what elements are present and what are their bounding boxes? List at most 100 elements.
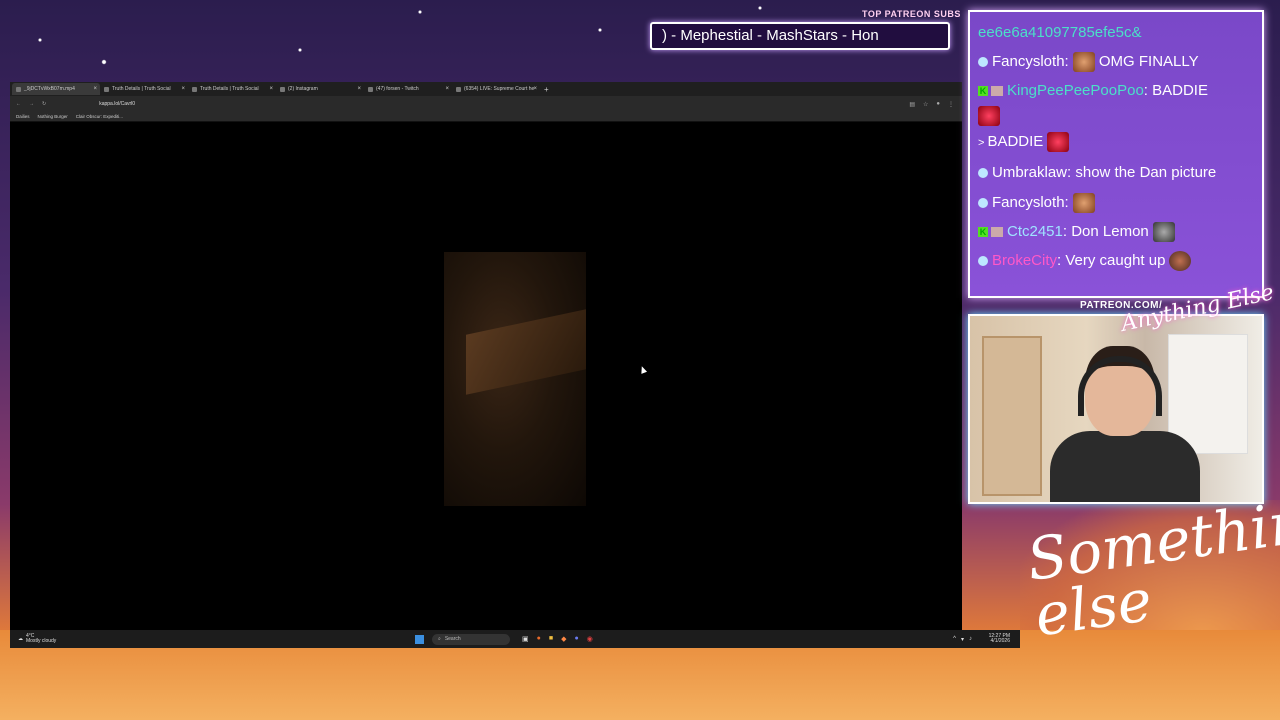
bookmark-dailies[interactable]: Dailies (16, 114, 30, 119)
back-icon[interactable]: ← (16, 101, 21, 107)
emote-icon (1072, 52, 1095, 73)
tab-instagram[interactable]: (2) Instagram × (276, 83, 364, 95)
chat-username: BrokeCity (992, 252, 1058, 269)
tab-video[interactable]: _9jDCTvWxB07m.mp4 × (12, 83, 100, 95)
taskbar: ☁ 4°C Mostly cloudy ⌕ Search ▣ ● ■ ◆ ● ◉… (10, 630, 1020, 648)
chevron-up-icon[interactable]: ^ (953, 636, 956, 643)
close-icon[interactable]: × (445, 86, 449, 92)
tab-label: (6354) LIVE: Supreme Court he (464, 86, 535, 92)
close-icon[interactable]: × (269, 86, 273, 92)
new-tab-button[interactable]: + (544, 85, 549, 94)
webcam-feed (968, 314, 1264, 504)
emote-icon (1072, 193, 1095, 214)
address-bar: ← → ↻ kappa.lol/Cavrl0 ▤ ☆ ● ⋮ (10, 96, 962, 112)
network-icon[interactable]: ▾ (961, 636, 964, 643)
url-field[interactable]: kappa.lol/Cavrl0 (99, 101, 135, 107)
tab-favicon-icon (280, 86, 285, 92)
browser-app-icon[interactable]: ● (537, 635, 541, 643)
pinned-apps: ▣ ● ■ ◆ ● ◉ (522, 635, 593, 643)
taskbar-search[interactable]: ⌕ Search (432, 633, 510, 645)
tab-label: Truth Details | Truth Social (200, 86, 259, 92)
tab-truth-social-2[interactable]: Truth Details | Truth Social × (188, 83, 276, 95)
tab-bar: _9jDCTvWxB07m.mp4 × Truth Details | Truth… (10, 82, 962, 96)
streamer-torso (1050, 431, 1200, 502)
chat-username: KingPeePeePooPoo (1007, 82, 1144, 99)
tab-label: Truth Details | Truth Social (112, 86, 171, 92)
chat-message (978, 105, 1254, 127)
reload-icon[interactable]: ↻ (42, 101, 46, 107)
tab-youtube[interactable]: (6354) LIVE: Supreme Court he × (452, 83, 540, 95)
chat-message: BrokeCity: Very caught up (978, 246, 1254, 275)
stream-chat: ee6e6a41097785efe5c& Fancysloth: OMG FIN… (968, 10, 1264, 298)
tab-twitch[interactable]: (47) forsen - Twitch × (364, 83, 452, 95)
sub-badge-icon (991, 86, 1003, 97)
clock-date: 4/1/2026 (990, 638, 1010, 644)
bookmark-star-icon[interactable]: ☆ (923, 101, 928, 108)
tab-favicon-icon (192, 86, 197, 92)
tab-favicon-icon (368, 86, 373, 92)
folder-icon[interactable]: ■ (549, 635, 553, 643)
system-tray: ^ ▾ ♪ (953, 636, 972, 643)
task-view-icon[interactable]: ▣ (522, 635, 529, 643)
bookmarks-bar: Dailies Nothing Burger Clair Obscur: Exp… (10, 112, 962, 122)
close-icon[interactable]: × (181, 86, 185, 92)
cloud-icon: ☁ (18, 635, 23, 642)
page-viewport (10, 122, 962, 630)
extensions-icon[interactable]: ⋮ (948, 101, 954, 108)
chat-bubble-icon (978, 168, 988, 179)
search-icon: ⌕ (438, 636, 441, 642)
discord-icon[interactable]: ● (574, 635, 578, 643)
sub-badge-icon (991, 227, 1003, 238)
chat-username: ee6e6a41097785efe5c& (978, 24, 1142, 41)
mouse-cursor-icon (638, 365, 648, 374)
chat-message: Umbraklaw: show the Dan picture (978, 161, 1254, 185)
toolbar-actions: ▤ ☆ ● ⋮ (909, 101, 954, 108)
chat-text: BADDIE (1152, 82, 1208, 99)
tab-favicon-icon (104, 86, 109, 92)
chat-message: Fancysloth: OMG FINALLY (978, 47, 1254, 76)
tab-truth-social-1[interactable]: Truth Details | Truth Social × (100, 83, 188, 95)
chat-bubble-icon (978, 57, 988, 68)
chat-text: OMG FINALLY (1098, 53, 1199, 70)
bookmark-clair-obscur[interactable]: Clair Obscur: Expediti... (76, 114, 123, 119)
streamer (1040, 346, 1200, 502)
weather-widget[interactable]: ☁ 4°C Mostly cloudy (18, 634, 56, 644)
chat-text: Very caught up (1065, 252, 1166, 269)
reply-arrow-icon: > (978, 137, 985, 149)
emote-icon (1152, 222, 1175, 243)
bookmark-nothing-burger[interactable]: Nothing Burger (38, 114, 68, 119)
emote-icon (1047, 132, 1070, 153)
chat-message: ee6e6a41097785efe5c& (978, 18, 1254, 47)
patreon-subs-title: TOP PATREON SUBS (862, 9, 961, 19)
kick-badge-icon: K (978, 227, 988, 238)
chat-text: show the Dan picture (1075, 164, 1217, 181)
emote-icon (1169, 251, 1192, 272)
profile-icon[interactable]: ● (936, 101, 940, 108)
chat-text: Don Lemon (1071, 223, 1149, 240)
search-placeholder: Search (444, 636, 461, 642)
forward-icon[interactable]: → (29, 101, 34, 107)
obs-icon[interactable]: ◉ (587, 635, 593, 643)
chat-username: Fancysloth (992, 194, 1065, 211)
patreon-ticker: ) - Mephestial - MashStars - Hon (650, 22, 950, 50)
emote-icon (978, 106, 1000, 127)
video-player[interactable] (444, 252, 586, 506)
clock[interactable]: 12:27 PM 4/1/2026 (989, 634, 1010, 644)
chat-message: Fancysloth: (978, 188, 1254, 217)
chat-username: Umbraklaw (992, 164, 1068, 181)
close-icon[interactable]: × (93, 86, 97, 92)
chat-username: Ctc2451 (1007, 223, 1063, 240)
store-app-icon[interactable]: ◆ (561, 635, 566, 643)
chat-bubble-icon (978, 198, 988, 209)
close-icon[interactable]: × (533, 86, 537, 92)
tab-label: _9jDCTvWxB07m.mp4 (24, 86, 75, 92)
close-icon[interactable]: × (357, 86, 361, 92)
tab-favicon-icon (456, 86, 461, 92)
volume-icon[interactable]: ♪ (969, 636, 972, 643)
chat-message: K Ctc2451: Don Lemon (978, 217, 1254, 246)
reader-icon[interactable]: ▤ (909, 101, 915, 108)
tab-label: (47) forsen - Twitch (376, 86, 419, 92)
windows-start-icon[interactable] (415, 634, 424, 644)
chat-bubble-icon (978, 256, 988, 267)
browser-window: _9jDCTvWxB07m.mp4 × Truth Details | Truth… (10, 82, 962, 630)
